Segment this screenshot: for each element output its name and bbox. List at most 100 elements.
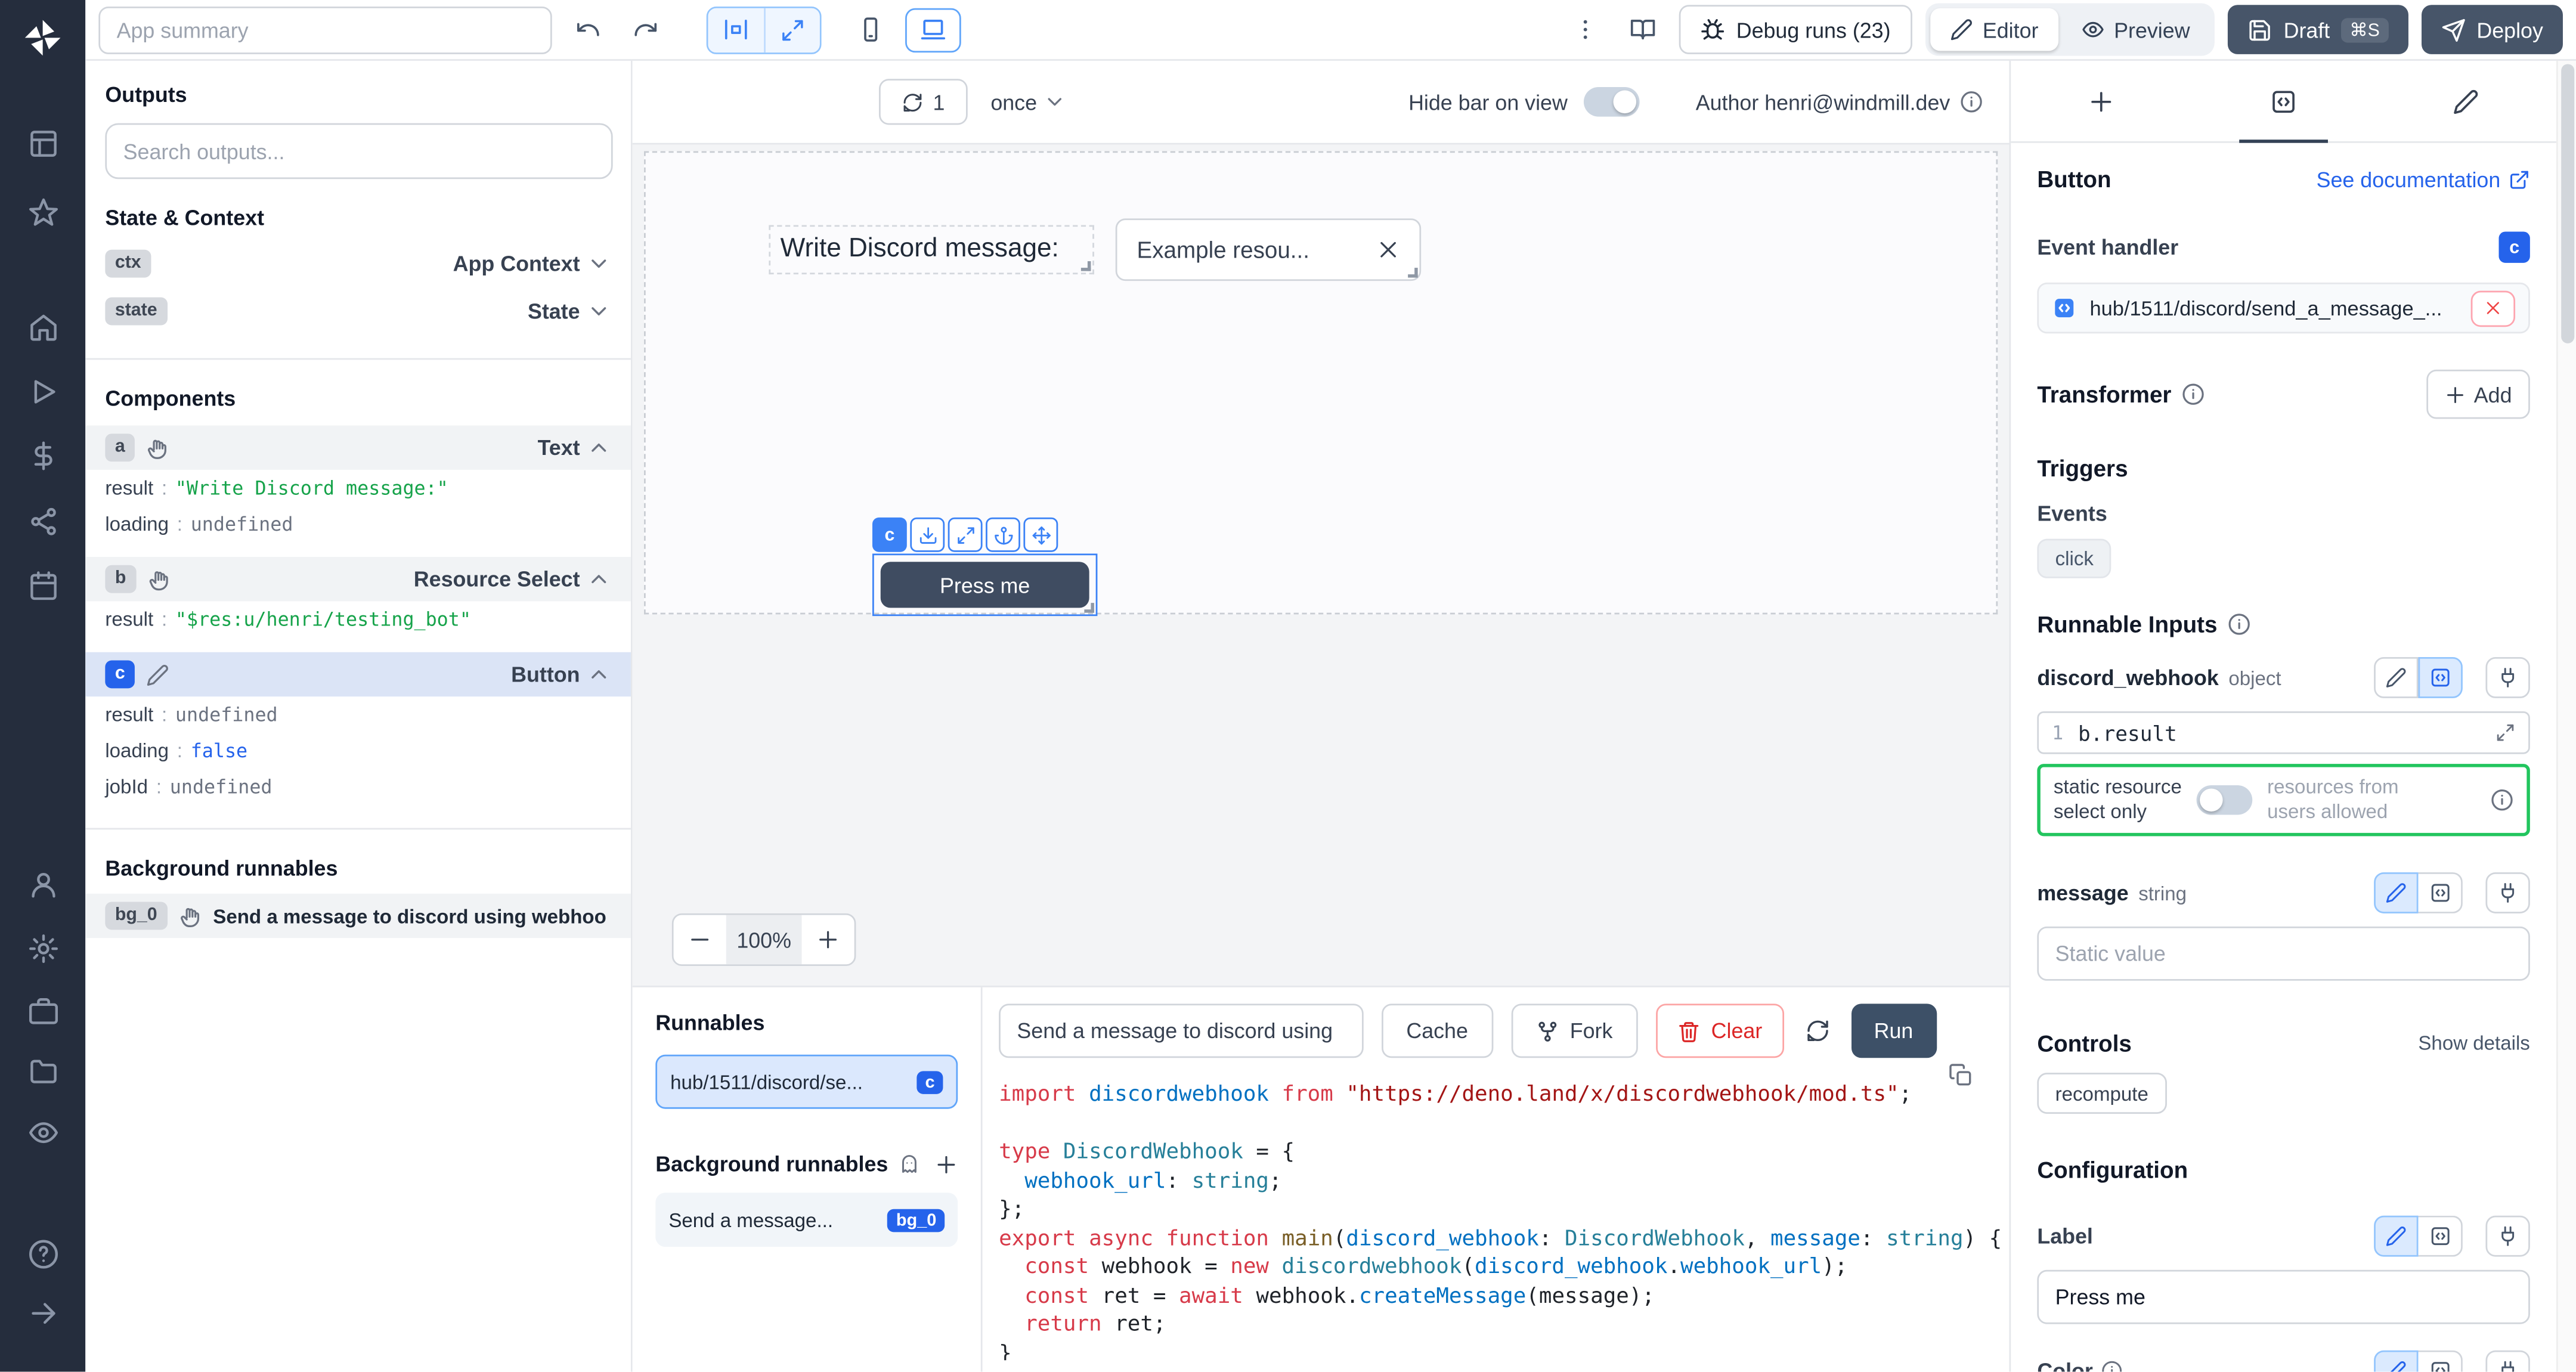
runs-icon[interactable] [13,366,72,416]
fork-button[interactable]: Fork [1511,1004,1637,1058]
fullscreen-icon[interactable] [764,7,820,51]
bg-runnable-item[interactable]: Send a message... bg_0 [655,1193,958,1247]
plug-icon[interactable] [2485,657,2529,698]
info-icon[interactable] [2181,383,2205,406]
info-icon[interactable] [2491,788,2514,812]
resource-select-component[interactable]: Example resou... [1116,218,1421,281]
more-menu-icon[interactable] [1563,7,1608,51]
static-mode-icon[interactable] [2374,657,2418,698]
canvas-button[interactable]: Press me [881,562,1089,608]
expand-icon[interactable] [2496,723,2515,742]
detach-runnable-button[interactable] [2471,290,2515,326]
component-b-header[interactable]: b Resource Select [85,557,631,601]
connect-mode-icon[interactable] [2419,872,2463,913]
clear-button[interactable]: Clear [1655,1004,1784,1058]
favorites-icon[interactable] [13,187,72,237]
redo-button[interactable] [623,7,667,51]
attached-runnable-row[interactable]: hub/1511/discord/send_a_message_... [2037,283,2530,333]
apps-icon[interactable] [13,118,72,168]
move-icon[interactable] [1023,518,1058,552]
variables-icon[interactable] [13,431,72,480]
hand-pointer-icon[interactable] [147,568,171,591]
info-icon[interactable] [2227,613,2250,636]
zoom-out-button[interactable] [674,915,726,965]
connect-mode-icon[interactable] [2419,657,2463,698]
help-icon[interactable] [13,1229,72,1278]
connection-expression[interactable]: 1 b.result [2037,711,2530,754]
anchor-icon[interactable] [986,518,1020,552]
chevron-up-icon[interactable] [587,662,611,686]
scrollbar-thumb[interactable] [2561,64,2574,343]
schedule-dropdown[interactable]: once [990,89,1066,114]
add-bg-runnable-icon[interactable] [935,1153,958,1176]
static-resource-toggle[interactable] [2197,785,2253,815]
folders-icon[interactable] [13,1045,72,1094]
chevron-down-icon[interactable] [587,299,611,323]
component-c-header[interactable]: c Button [85,652,631,696]
chevron-up-icon[interactable] [587,435,611,460]
windmill-logo[interactable] [13,13,72,63]
recompute-chip[interactable]: recompute [2037,1073,2166,1114]
connect-mode-icon[interactable] [2419,1216,2463,1257]
chevron-down-icon[interactable] [587,252,611,276]
background-runnable-row[interactable]: bg_0 Send a message to discord using web… [85,894,631,938]
text-component[interactable]: Write Discord message: [769,225,1094,274]
runnable-name-input[interactable] [999,1004,1364,1058]
app-summary-input[interactable] [98,6,552,54]
debug-runs-button[interactable]: Debug runs (23) [1679,5,1912,54]
draft-button[interactable]: Draft ⌘S [2228,5,2408,54]
tab-editor[interactable]: Editor [1930,8,2058,51]
message-static-input[interactable] [2037,927,2530,981]
users-icon[interactable] [13,859,72,909]
tab-preview[interactable]: Preview [2061,8,2210,51]
fit-width-icon[interactable] [708,7,764,51]
resize-handle[interactable] [1408,268,1418,278]
code-block[interactable]: import discordwebhook from "https://deno… [999,1081,2009,1360]
tab-styling[interactable] [2374,61,2556,141]
button-component-selected[interactable]: c Press me [872,553,1097,616]
static-mode-icon[interactable] [2374,1216,2418,1257]
component-a-header[interactable]: a Text [85,426,631,470]
plug-icon[interactable] [2485,1216,2529,1257]
docs-book-icon[interactable] [1621,7,1665,51]
deploy-button[interactable]: Deploy [2421,5,2563,54]
cache-button[interactable]: Cache [1382,1004,1493,1058]
plug-icon[interactable] [2485,872,2529,913]
download-icon[interactable] [910,518,945,552]
hand-pointer-icon[interactable] [178,905,202,928]
resize-handle[interactable] [1084,603,1094,613]
copy-icon[interactable] [1949,1063,1973,1088]
static-mode-icon[interactable] [2374,1351,2418,1372]
schedules-icon[interactable] [13,560,72,609]
desktop-view-icon[interactable] [905,7,961,51]
pencil-icon[interactable] [147,663,170,686]
hide-bar-toggle[interactable] [1584,87,1640,117]
expand-sidebar-icon[interactable] [13,1288,72,1337]
audit-logs-icon[interactable] [13,1107,72,1157]
resize-handle[interactable] [1081,261,1091,271]
app-canvas[interactable]: Write Discord message: Example resou... … [633,144,2010,986]
add-transformer-button[interactable]: Add [2426,370,2530,419]
zoom-in-button[interactable] [801,915,854,965]
expand-icon[interactable] [948,518,983,552]
connect-mode-icon[interactable] [2419,1351,2463,1372]
see-documentation-link[interactable]: See documentation [2317,167,2530,191]
info-icon[interactable] [1960,91,1983,114]
clear-selection-icon[interactable] [1377,238,1400,261]
plug-icon[interactable] [2485,1351,2529,1372]
canvas-grid[interactable]: Write Discord message: Example resou... … [644,151,1998,614]
static-mode-icon[interactable] [2374,872,2418,913]
settings-icon[interactable] [13,923,72,973]
hand-pointer-icon[interactable] [147,436,170,459]
chevron-up-icon[interactable] [587,567,611,591]
ctx-row[interactable]: ctx App Context [85,240,631,287]
undo-button[interactable] [565,7,609,51]
runnable-item-selected[interactable]: hub/1511/discord/se... c [655,1055,958,1109]
label-input[interactable] [2037,1270,2530,1324]
run-button[interactable]: Run [1851,1004,1936,1058]
refresh-count-box[interactable]: 1 [879,79,968,125]
info-icon[interactable] [2101,1360,2123,1371]
home-icon[interactable] [13,302,72,352]
tab-component-settings[interactable] [2193,61,2374,141]
show-details-link[interactable]: Show details [2418,1032,2529,1055]
